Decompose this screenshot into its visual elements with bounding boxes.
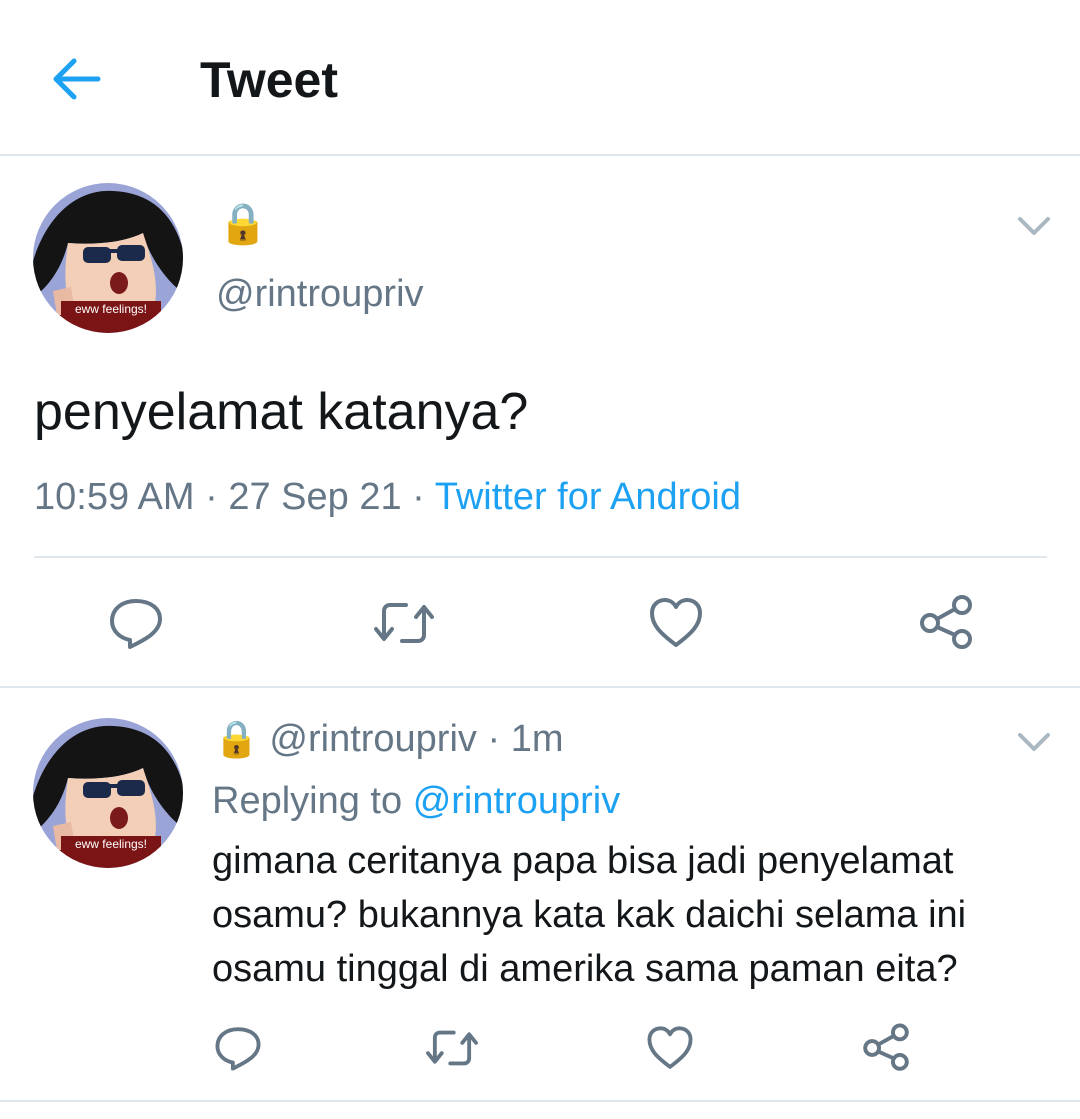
separator-dot: · <box>487 718 511 760</box>
arrow-left-icon <box>53 58 101 100</box>
user-handle[interactable]: @rintroupriv <box>216 270 424 318</box>
like-button[interactable] <box>648 595 704 656</box>
reply-menu-button[interactable] <box>1016 730 1052 754</box>
mention-link[interactable]: @rintroupriv <box>413 780 621 822</box>
reply-text: gimana ceritanya papa bisa jadi penyelam… <box>212 834 1052 996</box>
page-title: Tweet <box>200 52 338 108</box>
reply-time: 1m <box>510 718 564 760</box>
user-handle[interactable]: @rintroupriv <box>269 718 477 760</box>
reply-header: 🔒 @rintroupriv · 1m <box>214 714 563 764</box>
like-icon <box>650 598 702 647</box>
tweet-source-link[interactable]: Twitter for Android <box>435 476 741 518</box>
reply-icon <box>110 599 162 649</box>
share-button[interactable] <box>916 593 976 658</box>
retweet-button[interactable] <box>424 1024 480 1077</box>
share-icon <box>920 595 972 649</box>
divider <box>0 686 1080 688</box>
avatar[interactable]: eww feelings! <box>33 183 183 333</box>
retweet-icon <box>426 1030 478 1066</box>
reply-button[interactable] <box>108 595 164 656</box>
tweet-date: 27 Sep 21 <box>228 476 402 518</box>
chevron-down-icon <box>1018 733 1050 751</box>
lock-icon: 🔒 <box>218 202 268 246</box>
avatar-caption: eww feelings! <box>75 302 147 316</box>
replying-to-label: Replying to <box>212 780 403 822</box>
divider <box>0 1100 1080 1102</box>
chevron-down-icon <box>1018 217 1050 235</box>
share-icon <box>863 1023 909 1071</box>
reply-icon <box>215 1027 261 1071</box>
like-button[interactable] <box>646 1024 694 1077</box>
avatar-caption: eww feelings! <box>75 837 147 851</box>
reply-text-line: osamu? bukannya kata kak daichi selama i… <box>212 894 967 936</box>
separator-dot: · <box>205 476 229 518</box>
back-button[interactable] <box>46 48 108 110</box>
reply-text-line: osamu tinggal di amerika sama paman eita… <box>212 948 958 990</box>
tweet-meta: 10:59 AM · 27 Sep 21 · Twitter for Andro… <box>34 472 741 522</box>
tweet-menu-button[interactable] <box>1016 214 1052 238</box>
replying-to: Replying to @rintroupriv <box>212 776 620 826</box>
share-button[interactable] <box>860 1022 912 1079</box>
app-header <box>0 0 1080 156</box>
tweet-time: 10:59 AM <box>34 476 195 518</box>
reply-text-line: gimana ceritanya papa bisa jadi penyelam… <box>212 840 954 882</box>
retweet-icon <box>374 603 434 643</box>
like-icon <box>647 1026 693 1069</box>
avatar[interactable]: eww feelings! <box>33 718 183 868</box>
lock-icon: 🔒 <box>214 718 259 759</box>
tweet-text: penyelamat katanya? <box>34 383 529 441</box>
reply-button[interactable] <box>214 1024 262 1077</box>
retweet-button[interactable] <box>372 595 436 656</box>
divider <box>34 556 1047 558</box>
separator-dot: · <box>412 476 435 518</box>
